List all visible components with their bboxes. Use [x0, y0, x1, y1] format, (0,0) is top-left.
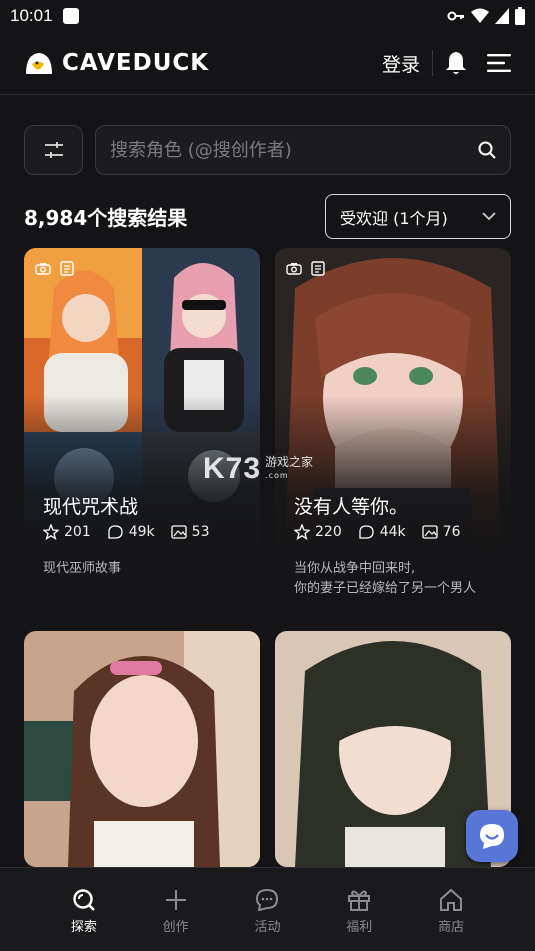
images-count: 53 [191, 524, 210, 540]
chat-smile-icon [480, 824, 504, 849]
chats-count: 49k [128, 524, 155, 540]
nav-label: 创作 [162, 920, 189, 935]
sort-dropdown[interactable]: 受欢迎 (1个月) [325, 194, 511, 239]
likes-count: 201 [64, 524, 91, 540]
nav-store[interactable]: 商店 [421, 868, 481, 951]
search-box [95, 125, 511, 175]
nav-explore[interactable]: 探索 [54, 868, 114, 951]
header-divider [432, 50, 433, 76]
bottom-nav: 探索 创作 活动 福利 商店 [0, 867, 535, 951]
chevron-down-icon [482, 212, 496, 221]
sliders-icon [44, 142, 63, 158]
sort-value: 受欢迎 (1个月) [340, 208, 448, 228]
images-count: 76 [442, 524, 461, 540]
notification-icon [62, 8, 79, 24]
card-description: 现代巫师故事 [43, 561, 122, 576]
logo-text: CAVEDUCK [62, 50, 210, 76]
chat-count-icon [359, 525, 374, 539]
status-time: 10:01 [10, 6, 53, 25]
gift-icon [348, 890, 371, 911]
menu-icon[interactable] [487, 54, 511, 72]
chat-count-icon [108, 525, 123, 539]
status-icons [447, 7, 525, 25]
card-title: 没有人等你。 [294, 496, 409, 518]
camera-icon [285, 260, 303, 276]
likes-count: 220 [315, 524, 342, 540]
camera-icon [34, 260, 52, 276]
caveduck-logo[interactable]: CAVEDUCK [24, 50, 209, 76]
nav-rewards[interactable]: 福利 [329, 868, 389, 951]
nav-label: 福利 [346, 920, 373, 935]
results-count: 8,984个搜索结果 [24, 206, 188, 230]
document-icon [58, 260, 76, 276]
character-card[interactable]: 没有人等你。 220 44k 76 当你从战争中回来时, 你的妻子已经嫁给了另一… [275, 248, 511, 616]
app-header: CAVEDUCK 登录 [0, 32, 535, 95]
character-card[interactable]: 现代咒术战 201 49k 53 现代巫师故事 [24, 248, 260, 616]
battery-icon [515, 7, 525, 25]
login-link[interactable]: 登录 [382, 50, 432, 77]
key-icon [447, 11, 464, 21]
status-bar: 10:01 [0, 0, 535, 32]
duck-logo-icon [26, 53, 52, 74]
nav-label: 探索 [70, 920, 97, 935]
star-icon [294, 524, 310, 540]
signal-icon [495, 8, 509, 24]
star-icon [43, 524, 59, 540]
chat-bubble-icon [256, 888, 279, 912]
card-stats: 201 49k 53 [43, 524, 209, 540]
card-description: 当你从战争中回来时, 你的妻子已经嫁给了另一个男人 [294, 561, 477, 596]
nav-create[interactable]: 创作 [146, 868, 206, 951]
character-portrait-image [24, 631, 260, 867]
bell-icon[interactable] [445, 51, 467, 75]
search-input[interactable] [110, 139, 478, 161]
store-icon [440, 888, 463, 911]
card-badges [285, 260, 327, 276]
image-count-icon [171, 525, 187, 539]
nav-label: 商店 [438, 920, 465, 935]
image-count-icon [422, 525, 438, 539]
explore-icon [73, 889, 95, 911]
nav-activity[interactable]: 活动 [237, 868, 297, 951]
wifi-icon [471, 8, 489, 23]
plus-icon [165, 890, 186, 910]
card-badges [34, 260, 76, 276]
nav-label: 活动 [254, 920, 281, 935]
search-icon[interactable] [478, 141, 496, 159]
support-chat-button[interactable] [466, 810, 518, 862]
filter-button[interactable] [24, 125, 83, 175]
character-card[interactable] [24, 631, 260, 867]
document-icon [309, 260, 327, 276]
card-stats: 220 44k 76 [294, 524, 460, 540]
card-title: 现代咒术战 [43, 496, 139, 518]
chats-count: 44k [379, 524, 406, 540]
